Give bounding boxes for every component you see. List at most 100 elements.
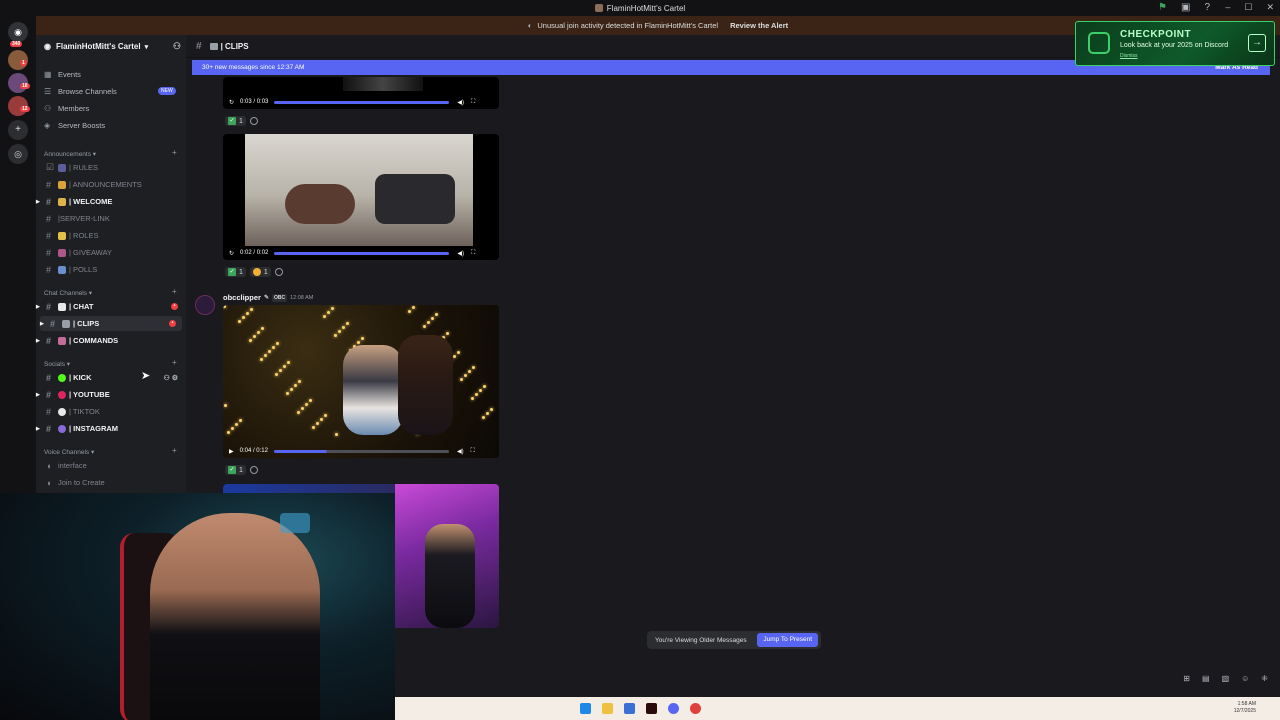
category-socials[interactable]: Socials ▾ xyxy=(44,360,70,368)
flag-icon[interactable]: ⚑ xyxy=(1158,2,1167,13)
reaction-check[interactable]: ✓ 1 xyxy=(225,465,246,475)
volume-icon[interactable]: ◀) xyxy=(457,448,464,455)
store-icon[interactable] xyxy=(624,703,635,714)
light-dot xyxy=(483,385,486,388)
promo-dismiss-link[interactable]: Dismiss xyxy=(1120,53,1138,59)
light-dot xyxy=(331,307,334,310)
category-announcements[interactable]: Announcements ▾ xyxy=(44,150,96,158)
discover-icon[interactable]: ◎ xyxy=(8,144,28,164)
hash-icon: # xyxy=(46,247,52,258)
jump-to-present-button[interactable]: Jump To Present xyxy=(757,633,818,647)
gif-icon[interactable]: ▤ xyxy=(1202,674,1210,683)
add-reaction-icon[interactable] xyxy=(249,117,258,125)
help-icon[interactable]: ? xyxy=(1204,2,1210,13)
light-dot xyxy=(305,403,308,406)
add-member-icon[interactable]: ⚇ xyxy=(173,41,181,52)
channel-chat[interactable]: ▶ # | CHAT • xyxy=(36,299,184,314)
channel-rules[interactable]: ☑ | RULES xyxy=(36,160,184,175)
message-composer-area: ⊞ ▤ ▧ ☺ ⁜ xyxy=(395,668,1280,697)
category-chat[interactable]: Chat Channels ▾ xyxy=(44,289,92,297)
reaction-check[interactable]: ✓ 1 xyxy=(225,267,246,277)
apps-icon[interactable]: ⁜ xyxy=(1261,674,1268,683)
file-explorer-icon[interactable] xyxy=(602,703,613,714)
channel-clips[interactable]: ▶ # | CLIPS • xyxy=(40,316,182,331)
hash-icon: # xyxy=(46,372,52,383)
maximize-icon[interactable]: ☐ xyxy=(1244,2,1252,13)
channel-announcements[interactable]: # | ANNOUNCEMENTS xyxy=(36,177,184,192)
add-channel-icon[interactable]: + xyxy=(172,148,177,157)
channel-settings-icons[interactable]: ⚇ ⚙ xyxy=(164,374,179,382)
close-icon[interactable]: ✕ xyxy=(1266,2,1274,13)
server-badge: 18 xyxy=(20,83,30,89)
channel-welcome[interactable]: ▶ # | WELCOME xyxy=(36,194,184,209)
server-header[interactable]: ◉ FlaminHotMitt's Cartel ▾ ⚇ xyxy=(36,35,186,58)
gift-icon[interactable]: ⊞ xyxy=(1183,674,1190,683)
app-icon[interactable] xyxy=(690,703,701,714)
channel-youtube[interactable]: ▶ # | YOUTUBE xyxy=(36,387,184,402)
light-dot xyxy=(239,419,242,422)
replay-icon[interactable]: ↻ xyxy=(229,99,234,106)
add-reaction-icon[interactable] xyxy=(249,466,258,474)
channel-tiktok[interactable]: # | TIKTOK xyxy=(36,404,184,419)
arrow-right-icon[interactable]: → xyxy=(1248,34,1266,52)
channel-commands[interactable]: ▶ # | COMMANDS xyxy=(36,333,184,348)
volume-icon[interactable]: ◀) xyxy=(457,99,464,106)
inbox-icon[interactable]: ▣ xyxy=(1181,2,1190,13)
video-attachment[interactable]: ↻ 0:03 / 0:03 ◀) ⛶ xyxy=(223,77,499,109)
video-attachment[interactable]: ▶ 0:04 / 0:12 ◀) ⛶ xyxy=(223,305,499,458)
light-dot xyxy=(435,313,438,316)
system-clock[interactable]: 1:58 AM 12/7/2025 xyxy=(1234,701,1256,715)
channel-kick[interactable]: # | KICK ⚇ ⚙ xyxy=(36,370,184,385)
nav-browse-channels[interactable]: ☰ Browse Channels xyxy=(44,84,117,98)
channel-polls[interactable]: # | POLLS xyxy=(36,262,184,277)
face-emoji-icon xyxy=(252,268,261,276)
video-progress[interactable] xyxy=(273,449,449,453)
video-progress[interactable] xyxy=(274,251,450,255)
app-icon[interactable] xyxy=(646,703,657,714)
nav-server-boosts[interactable]: ◈ Server Boosts xyxy=(44,118,105,132)
video-attachment[interactable]: ↻ 0:02 / 0:02 ◀) ⛶ xyxy=(223,134,499,260)
emoji-icon[interactable]: ☺ xyxy=(1241,674,1249,683)
fullscreen-icon[interactable]: ⛶ xyxy=(471,99,475,106)
category-voice[interactable]: Voice Channels ▾ xyxy=(44,448,94,456)
discord-home-icon[interactable]: ◉ xyxy=(8,22,28,42)
fullscreen-icon[interactable]: ⛶ xyxy=(471,448,475,455)
window-title: FlaminHotMitt's Cartel xyxy=(606,3,686,13)
nav-events[interactable]: ▦ Events xyxy=(44,67,81,81)
browse-icon: ☰ xyxy=(44,86,52,96)
channel-giveaway[interactable]: # | GIVEAWAY xyxy=(36,245,184,260)
video-progress[interactable] xyxy=(274,100,450,104)
emoji-icon xyxy=(58,180,66,189)
reaction-emoji[interactable]: 1 xyxy=(249,267,271,277)
author-name[interactable]: obcclipper xyxy=(223,293,261,302)
unread-indicator: ▶ xyxy=(36,425,40,432)
review-alert-link[interactable]: Review the Alert xyxy=(730,21,788,30)
sticker-icon[interactable]: ▧ xyxy=(1222,674,1230,683)
windows-start-icon[interactable] xyxy=(580,703,591,714)
add-channel-icon[interactable]: + xyxy=(172,446,177,455)
voice-channel-join-to-create[interactable]: ◖ Join to Create xyxy=(36,475,184,490)
channel-server-link[interactable]: # |SERVER-LINK xyxy=(36,211,184,226)
play-icon[interactable]: ▶ xyxy=(229,448,234,455)
light-dot xyxy=(472,366,475,369)
channel-roles[interactable]: # | ROLES xyxy=(36,228,184,243)
add-server-icon[interactable]: + xyxy=(8,120,28,140)
volume-icon[interactable]: ◀) xyxy=(457,250,464,257)
discord-taskbar-icon[interactable] xyxy=(668,703,679,714)
add-channel-icon[interactable]: + xyxy=(172,358,177,367)
avatar[interactable] xyxy=(195,295,215,315)
fullscreen-icon[interactable]: ⛶ xyxy=(471,250,475,257)
light-dot xyxy=(482,416,485,419)
hash-icon: # xyxy=(46,196,52,207)
add-channel-icon[interactable]: + xyxy=(172,287,177,296)
minimize-icon[interactable]: – xyxy=(1225,2,1230,13)
channel-instagram[interactable]: ▶ # | INSTAGRAM xyxy=(36,421,184,436)
add-reaction-icon[interactable] xyxy=(274,268,283,276)
unread-indicator: ▶ xyxy=(36,391,40,398)
nav-members[interactable]: ⚇ Members xyxy=(44,101,89,115)
voice-channel-interface[interactable]: ◖ interface xyxy=(36,458,184,473)
checkpoint-promo[interactable]: CHECKPOINT Look back at your 2025 on Dis… xyxy=(1075,21,1275,66)
replay-icon[interactable]: ↻ xyxy=(229,250,234,257)
clock-time: 1:58 AM xyxy=(1237,701,1256,707)
reaction-check[interactable]: ✓ 1 xyxy=(225,116,246,126)
